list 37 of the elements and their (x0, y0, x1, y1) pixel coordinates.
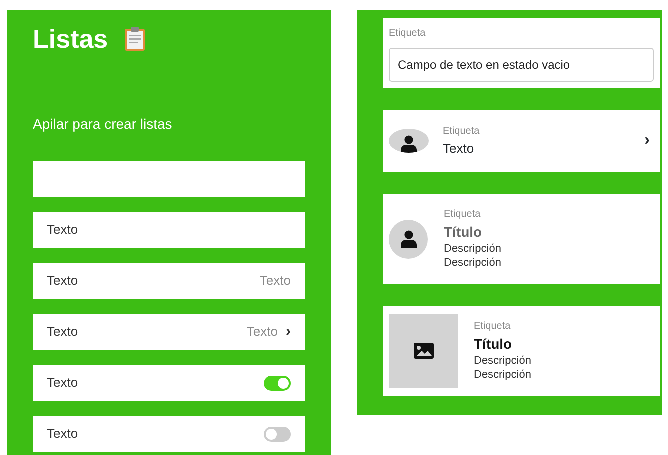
list-item[interactable]: Texto (33, 365, 305, 401)
list-item[interactable]: Texto Texto (33, 263, 305, 299)
item-label: Texto (47, 323, 78, 342)
person-icon (400, 230, 416, 248)
item-label: Texto (47, 425, 78, 444)
person-icon (401, 135, 417, 153)
item-label: Etiqueta (444, 208, 482, 222)
item-label: Texto (47, 272, 78, 290)
list-item[interactable]: Texto Texto › (33, 314, 305, 350)
page-title: Listas (33, 26, 108, 52)
chevron-icon: › (286, 320, 291, 344)
text-field[interactable]: Campo de texto en estado vacio (389, 48, 654, 82)
item-description: Descripción (444, 257, 502, 271)
chevron-icon: › (644, 129, 650, 153)
list-item[interactable]: Texto (33, 212, 305, 248)
list-card[interactable]: Etiqueta Título Descripción Descripción (383, 194, 660, 284)
list-card[interactable]: Etiqueta Título Descripción Descripción (383, 306, 660, 396)
empty-list-item[interactable] (33, 161, 305, 197)
list-item[interactable]: Texto (33, 416, 305, 452)
item-label: Etiqueta (443, 124, 481, 139)
list-card[interactable]: Etiqueta Texto › (383, 110, 660, 172)
item-value: Texto (260, 272, 291, 290)
item-text: Texto (443, 140, 476, 158)
section-subtitle: Apilar para crear listas (33, 115, 172, 134)
item-description: Descripción (444, 243, 502, 257)
image-icon (414, 343, 434, 359)
item-title: Título (444, 223, 484, 242)
field-label: Etiqueta (389, 27, 427, 41)
item-description: Descripción (474, 355, 532, 369)
item-label: Etiqueta (474, 320, 512, 334)
item-description: Descripción (474, 369, 532, 383)
toggle-switch[interactable] (264, 426, 291, 442)
item-value: Texto (246, 323, 278, 342)
clipboard-icon (124, 26, 146, 52)
item-label: Texto (47, 374, 78, 392)
toggle-switch[interactable] (264, 376, 291, 390)
item-title: Título (474, 335, 514, 354)
